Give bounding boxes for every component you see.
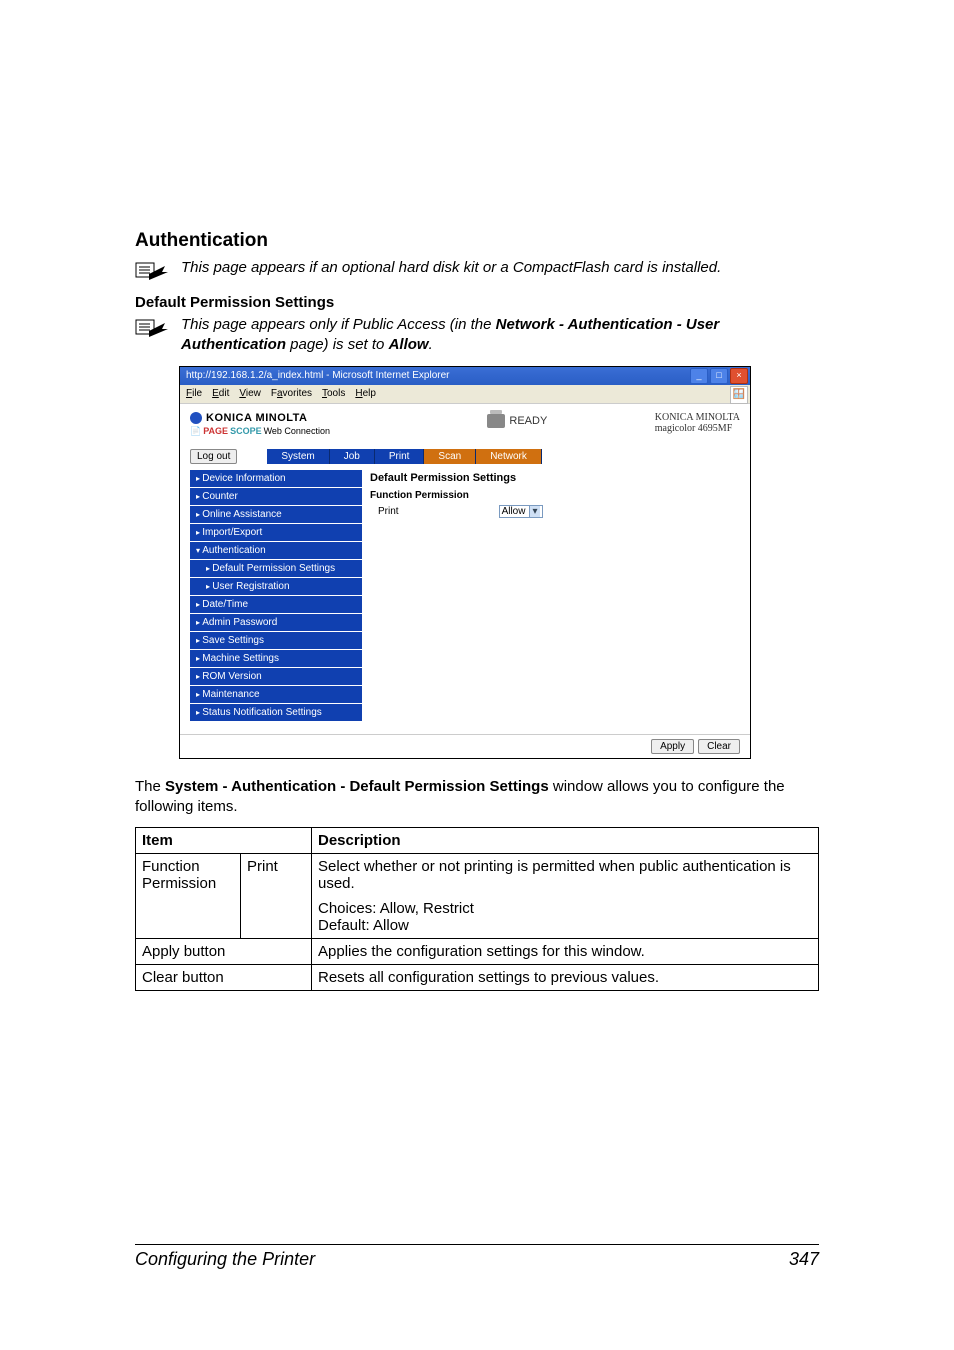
note-fragment: This page appears only if Public Access … (181, 316, 496, 333)
logout-button[interactable]: Log out (190, 449, 237, 464)
menu-edit[interactable]: Edit (212, 388, 229, 399)
desc-line: Applies the configuration settings for t… (318, 943, 812, 960)
note-public-access-text: This page appears only if Public Access … (177, 315, 819, 356)
cell-item: Clear button (136, 965, 312, 991)
para-fragment: The (135, 778, 165, 795)
note-hard-disk: This page appears if an optional hard di… (135, 258, 819, 284)
nav-machine-settings[interactable]: Machine Settings (190, 650, 362, 668)
menu-view[interactable]: View (239, 388, 261, 399)
tab-network[interactable]: Network (476, 449, 542, 464)
chevron-down-icon: ▾ (529, 506, 539, 517)
tab-scan[interactable]: Scan (424, 449, 476, 464)
side-nav: Device Information Counter Online Assist… (190, 470, 362, 726)
pagescope-text: Web Connection (264, 426, 330, 436)
nav-online-assistance[interactable]: Online Assistance (190, 506, 362, 524)
nav-save-settings[interactable]: Save Settings (190, 632, 362, 650)
intro-paragraph: The System - Authentication - Default Pe… (135, 777, 819, 818)
th-item: Item (136, 828, 312, 854)
pagescope-logo-icon: 📄 (190, 426, 201, 437)
cell-description: Select whether or not printing is permit… (312, 854, 819, 939)
table-row: Apply button Applies the configuration s… (136, 939, 819, 965)
km-logo-icon (190, 412, 202, 424)
clear-button[interactable]: Clear (698, 739, 740, 754)
items-table: Item Description Function Permission Pri… (135, 827, 819, 991)
menu-tools[interactable]: Tools (322, 388, 345, 399)
heading-authentication: Authentication (135, 230, 819, 252)
ie-logo-icon: 🪟 (730, 386, 748, 404)
nav-admin-password[interactable]: Admin Password (190, 614, 362, 632)
tab-system[interactable]: System (267, 449, 329, 464)
note-icon (135, 258, 177, 284)
page-number: 347 (789, 1249, 819, 1270)
menu-file[interactable]: File (186, 388, 202, 399)
table-row: Function Permission Print Select whether… (136, 854, 819, 939)
cell-item: Apply button (136, 939, 312, 965)
nav-status-notification[interactable]: Status Notification Settings (190, 704, 362, 722)
embedded-screenshot: http://192.168.1.2/a_index.html - Micros… (179, 366, 751, 759)
row-print-label: Print (378, 506, 399, 517)
nav-rom-version[interactable]: ROM Version (190, 668, 362, 686)
select-value: Allow (502, 506, 526, 517)
minimize-button[interactable]: _ (690, 368, 708, 384)
nav-authentication[interactable]: Authentication (190, 542, 362, 560)
cell-subitem: Print (241, 854, 312, 939)
section-title: Default Permission Settings (370, 472, 740, 484)
page-footer: Configuring the Printer 347 (135, 1244, 819, 1270)
desc-line: Select whether or not printing is permit… (318, 858, 812, 892)
printer-icon (487, 414, 505, 428)
tab-bar: System Job Print Scan Network (267, 449, 542, 464)
note-fragment: page) is set to (286, 336, 389, 353)
brand-name: KONICA MINOLTA (206, 412, 308, 424)
table-row: Clear button Resets all configuration se… (136, 965, 819, 991)
tab-print[interactable]: Print (375, 449, 425, 464)
footer-title: Configuring the Printer (135, 1249, 315, 1270)
nav-user-registration[interactable]: User Registration (190, 578, 362, 596)
sub-title: Function Permission (370, 490, 740, 501)
cell-item: Function Permission (136, 854, 241, 939)
note-fragment: . (429, 336, 433, 353)
heading-default-permission: Default Permission Settings (135, 294, 819, 311)
note-icon (135, 315, 177, 341)
note-allow: Allow (389, 336, 429, 353)
pagescope-prefix1: PAGE (203, 426, 228, 436)
window-menubar: File Edit View Favorites Tools Help 🪟 (180, 385, 750, 404)
maximize-button[interactable]: □ (710, 368, 728, 384)
desc-line: Choices: Allow, Restrict (318, 900, 474, 917)
window-title: http://192.168.1.2/a_index.html - Micros… (186, 370, 449, 381)
desc-line: Resets all configuration settings to pre… (318, 969, 812, 986)
cell-description: Applies the configuration settings for t… (312, 939, 819, 965)
para-bold: System - Authentication - Default Permis… (165, 778, 549, 795)
note-public-access: This page appears only if Public Access … (135, 315, 819, 356)
close-button[interactable]: × (730, 368, 748, 384)
nav-date-time[interactable]: Date/Time (190, 596, 362, 614)
status-ready: READY (509, 415, 547, 427)
nav-counter[interactable]: Counter (190, 488, 362, 506)
nav-default-permission-settings[interactable]: Default Permission Settings (190, 560, 362, 578)
content-area: Default Permission Settings Function Per… (370, 470, 740, 726)
device-brand: KONICA MINOLTA (655, 412, 740, 423)
th-description: Description (312, 828, 819, 854)
tab-job[interactable]: Job (330, 449, 375, 464)
nav-import-export[interactable]: Import/Export (190, 524, 362, 542)
cell-description: Resets all configuration settings to pre… (312, 965, 819, 991)
print-permission-select[interactable]: Allow ▾ (499, 505, 543, 518)
nav-maintenance[interactable]: Maintenance (190, 686, 362, 704)
menu-favorites[interactable]: Favorites (271, 388, 312, 399)
menu-help[interactable]: Help (355, 388, 376, 399)
note-hard-disk-text: This page appears if an optional hard di… (177, 258, 721, 278)
desc-line: Default: Allow (318, 917, 409, 934)
window-titlebar: http://192.168.1.2/a_index.html - Micros… (180, 367, 750, 385)
pagescope-prefix2: SCOPE (230, 426, 262, 436)
apply-button[interactable]: Apply (651, 739, 694, 754)
device-model: magicolor 4695MF (655, 423, 740, 434)
nav-device-information[interactable]: Device Information (190, 470, 362, 488)
